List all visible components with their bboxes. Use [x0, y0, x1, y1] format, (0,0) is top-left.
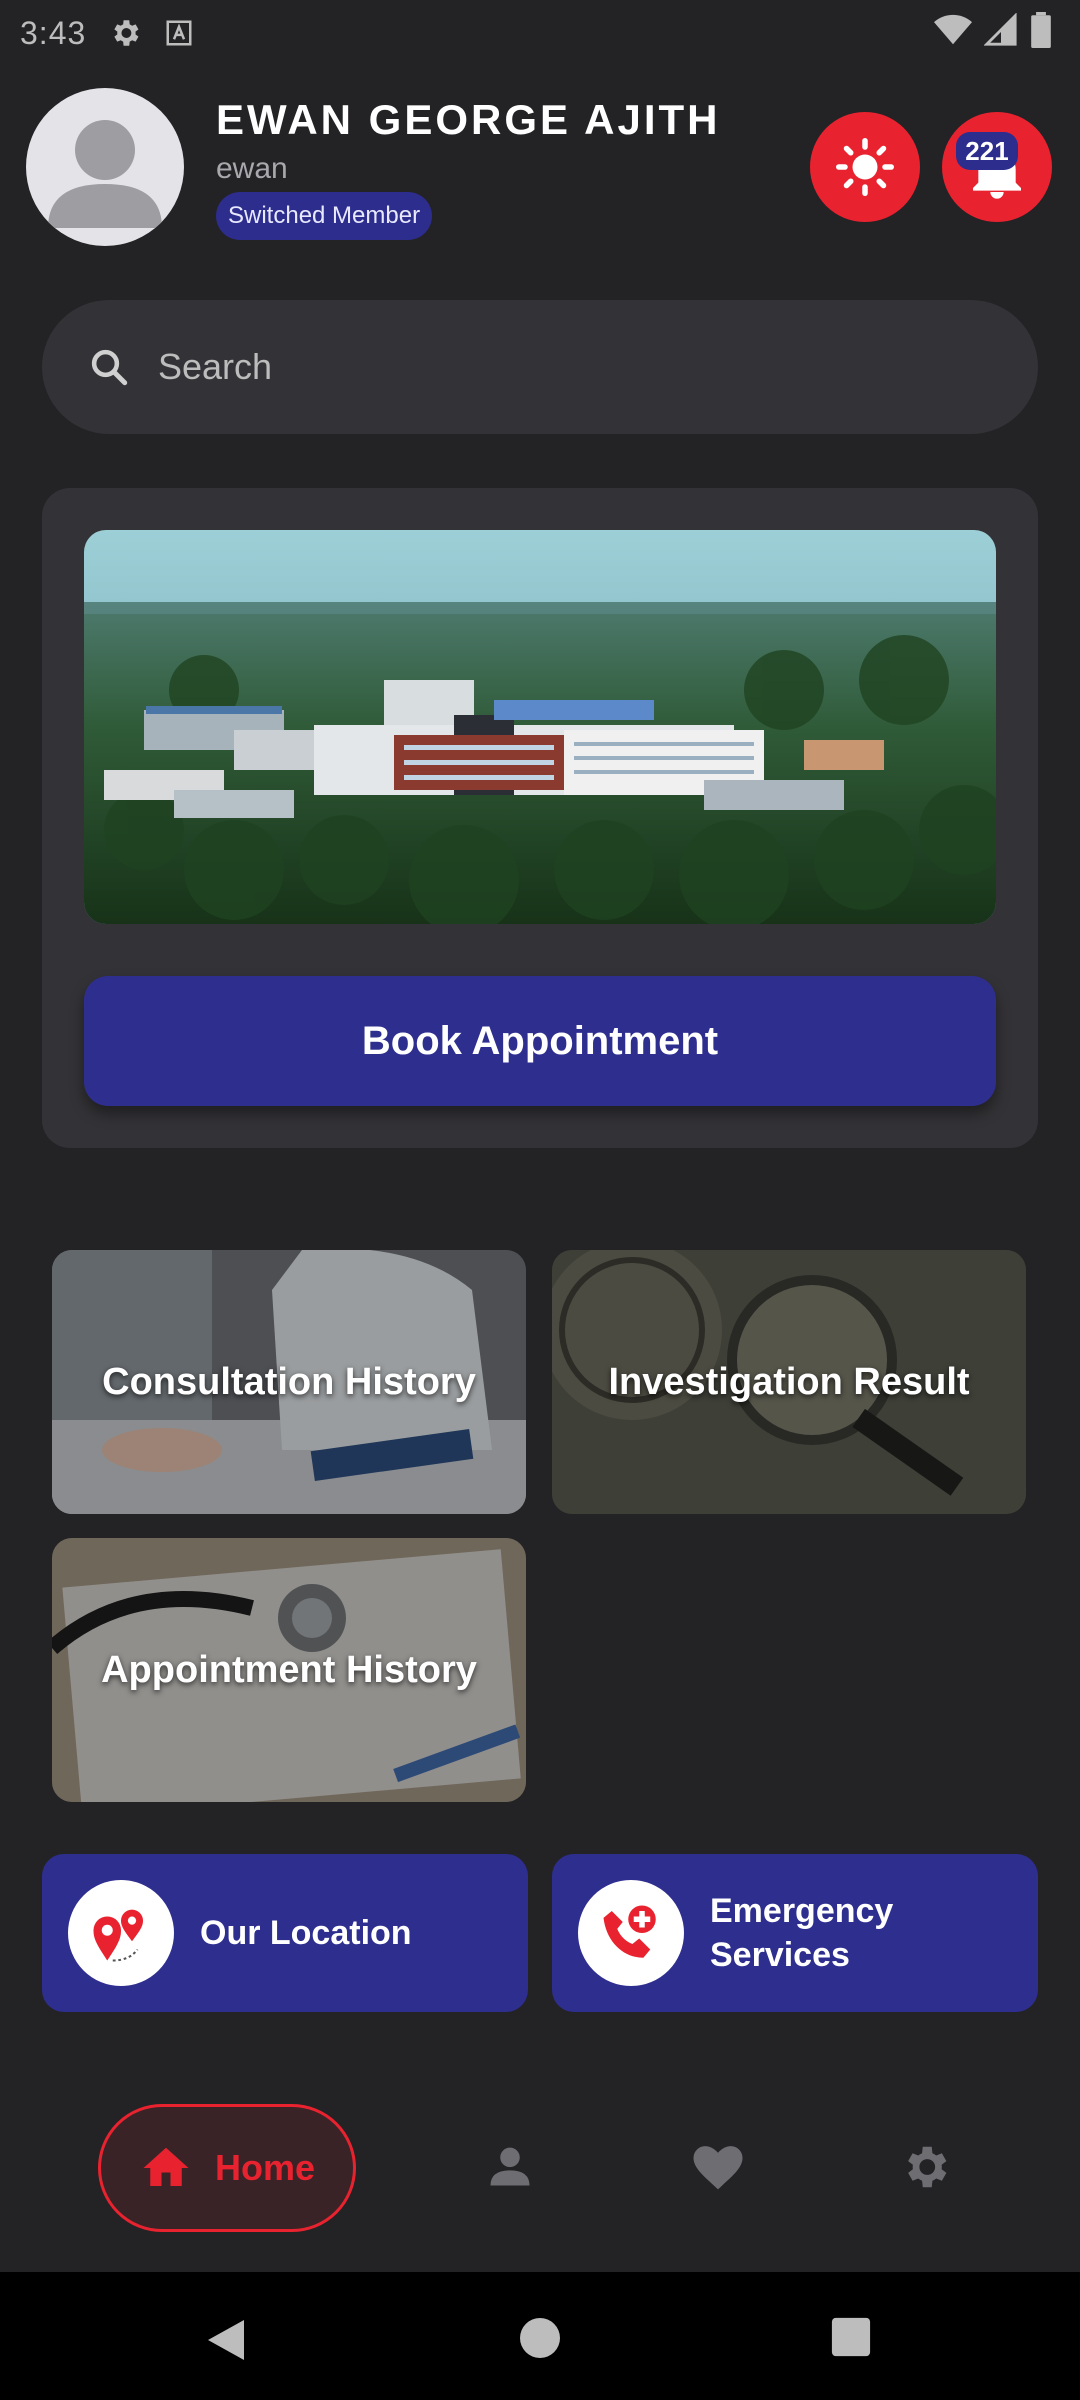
- notification-button[interactable]: 221: [942, 112, 1052, 222]
- consultation-history-label: Consultation History: [102, 1361, 476, 1403]
- consultation-history-tile[interactable]: Consultation History: [52, 1250, 526, 1514]
- emergency-phone-icon: [603, 1905, 656, 1958]
- battery-icon: [1031, 12, 1051, 48]
- recents-icon[interactable]: [830, 2316, 872, 2358]
- map-pins-icon: [93, 1909, 143, 1962]
- status-time: 3:43: [20, 14, 87, 51]
- investigation-result-tile[interactable]: Investigation Result: [552, 1250, 1026, 1514]
- home-circle-icon[interactable]: [518, 2316, 562, 2360]
- avatar[interactable]: [26, 88, 184, 246]
- our-location-label: Our Location: [200, 1914, 412, 1952]
- home-icon: [143, 2147, 189, 2186]
- person-avatar-icon: [48, 120, 162, 228]
- member-badge: Switched Member: [216, 192, 433, 240]
- theme-toggle-button[interactable]: [810, 112, 920, 222]
- notification-count-badge: 221: [956, 132, 1018, 170]
- location-icon-circle: [68, 1880, 174, 1986]
- system-navigation-bar: [0, 2272, 1080, 2400]
- nav-home-label: Home: [214, 2147, 316, 2188]
- wifi-icon: [934, 14, 972, 45]
- user-handle: ewan: [216, 152, 288, 185]
- emergency-icon-circle: [578, 1880, 684, 1986]
- user-name: EWAN GEORGE AJITH: [216, 96, 721, 143]
- font-icon: [166, 20, 192, 46]
- sun-icon: [836, 138, 894, 196]
- settings-icon[interactable]: [898, 2140, 952, 2194]
- bottom-navigation: Home: [0, 2090, 1080, 2240]
- search-icon: [91, 349, 128, 386]
- appointment-history-tile[interactable]: Appointment History: [52, 1538, 526, 1802]
- heart-icon[interactable]: [690, 2140, 746, 2192]
- investigation-result-label: Investigation Result: [608, 1361, 970, 1403]
- hospital-aerial-image: [84, 530, 996, 924]
- gear-icon: [114, 20, 139, 46]
- back-icon[interactable]: [204, 2316, 248, 2364]
- nav-home-tab[interactable]: Home: [98, 2104, 356, 2232]
- book-appointment-button[interactable]: Book Appointment: [84, 976, 996, 1106]
- search-input[interactable]: [158, 346, 958, 388]
- appointment-history-label: Appointment History: [101, 1649, 477, 1691]
- signal-icon: [984, 13, 1017, 46]
- hero-card: Book Appointment: [42, 488, 1038, 1148]
- status-bar: 3:43: [0, 0, 1080, 66]
- our-location-button[interactable]: Our Location: [42, 1854, 528, 2012]
- search-bar[interactable]: [42, 300, 1038, 434]
- emergency-services-button[interactable]: Emergency Services: [552, 1854, 1038, 2012]
- person-icon[interactable]: [484, 2140, 536, 2192]
- emergency-services-label: Emergency Services: [710, 1892, 894, 1974]
